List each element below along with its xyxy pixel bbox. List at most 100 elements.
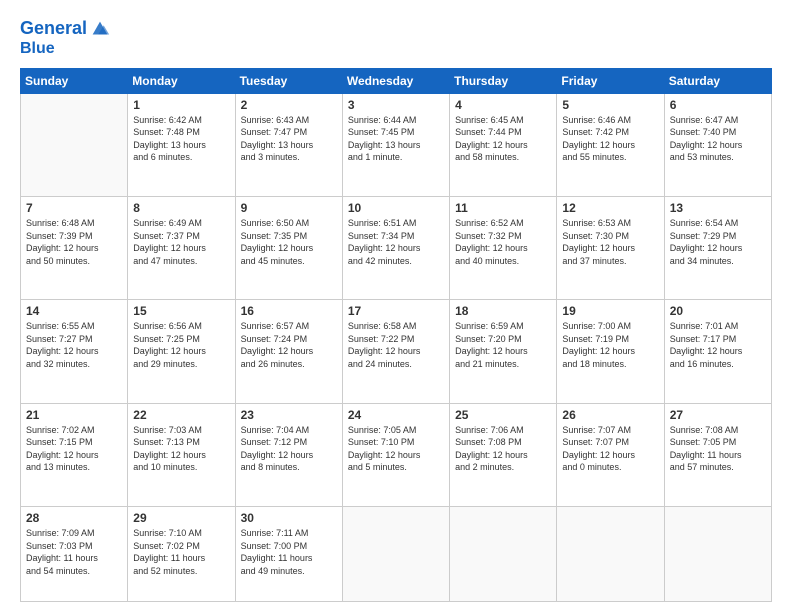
day-number: 24: [348, 408, 444, 422]
day-info: Sunrise: 7:08 AM Sunset: 7:05 PM Dayligh…: [670, 424, 766, 474]
day-info: Sunrise: 6:46 AM Sunset: 7:42 PM Dayligh…: [562, 114, 658, 164]
day-number: 17: [348, 304, 444, 318]
day-number: 27: [670, 408, 766, 422]
calendar-cell: 26 Sunrise: 7:07 AM Sunset: 7:07 PM Dayli…: [557, 403, 664, 506]
day-number: 5: [562, 98, 658, 112]
day-number: 4: [455, 98, 551, 112]
calendar-week-row: 28 Sunrise: 7:09 AM Sunset: 7:03 PM Dayli…: [21, 506, 772, 601]
day-info: Sunrise: 6:55 AM Sunset: 7:27 PM Dayligh…: [26, 320, 122, 370]
day-info: Sunrise: 7:01 AM Sunset: 7:17 PM Dayligh…: [670, 320, 766, 370]
calendar-cell: [664, 506, 771, 601]
logo-text: General: [20, 19, 87, 39]
day-number: 20: [670, 304, 766, 318]
day-info: Sunrise: 7:11 AM Sunset: 7:00 PM Dayligh…: [241, 527, 337, 577]
day-number: 2: [241, 98, 337, 112]
calendar-cell: 4 Sunrise: 6:45 AM Sunset: 7:44 PM Daylig…: [450, 93, 557, 196]
day-info: Sunrise: 6:49 AM Sunset: 7:37 PM Dayligh…: [133, 217, 229, 267]
day-number: 26: [562, 408, 658, 422]
calendar-body: 1 Sunrise: 6:42 AM Sunset: 7:48 PM Daylig…: [21, 93, 772, 601]
day-number: 22: [133, 408, 229, 422]
calendar-cell: 11 Sunrise: 6:52 AM Sunset: 7:32 PM Dayli…: [450, 196, 557, 299]
day-number: 29: [133, 511, 229, 525]
day-number: 10: [348, 201, 444, 215]
day-info: Sunrise: 6:47 AM Sunset: 7:40 PM Dayligh…: [670, 114, 766, 164]
day-info: Sunrise: 6:45 AM Sunset: 7:44 PM Dayligh…: [455, 114, 551, 164]
day-info: Sunrise: 6:44 AM Sunset: 7:45 PM Dayligh…: [348, 114, 444, 164]
calendar-week-row: 7 Sunrise: 6:48 AM Sunset: 7:39 PM Daylig…: [21, 196, 772, 299]
day-info: Sunrise: 6:52 AM Sunset: 7:32 PM Dayligh…: [455, 217, 551, 267]
day-info: Sunrise: 7:07 AM Sunset: 7:07 PM Dayligh…: [562, 424, 658, 474]
day-number: 23: [241, 408, 337, 422]
day-info: Sunrise: 7:06 AM Sunset: 7:08 PM Dayligh…: [455, 424, 551, 474]
calendar-cell: [342, 506, 449, 601]
calendar-cell: 6 Sunrise: 6:47 AM Sunset: 7:40 PM Daylig…: [664, 93, 771, 196]
calendar-cell: 24Sunrise: 7:05 AM Sunset: 7:10 PM Dayli…: [342, 403, 449, 506]
day-info: Sunrise: 7:09 AM Sunset: 7:03 PM Dayligh…: [26, 527, 122, 577]
day-info: Sunrise: 6:43 AM Sunset: 7:47 PM Dayligh…: [241, 114, 337, 164]
day-info: Sunrise: 6:48 AM Sunset: 7:39 PM Dayligh…: [26, 217, 122, 267]
calendar-cell: 1 Sunrise: 6:42 AM Sunset: 7:48 PM Daylig…: [128, 93, 235, 196]
day-number: 8: [133, 201, 229, 215]
day-info: Sunrise: 6:53 AM Sunset: 7:30 PM Dayligh…: [562, 217, 658, 267]
day-info: Sunrise: 6:58 AM Sunset: 7:22 PM Dayligh…: [348, 320, 444, 370]
calendar-week-row: 1 Sunrise: 6:42 AM Sunset: 7:48 PM Daylig…: [21, 93, 772, 196]
calendar-cell: 23 Sunrise: 7:04 AM Sunset: 7:12 PM Dayli…: [235, 403, 342, 506]
day-number: 9: [241, 201, 337, 215]
day-number: 15: [133, 304, 229, 318]
calendar-weekday-thursday: Thursday: [450, 68, 557, 93]
calendar-cell: [557, 506, 664, 601]
day-info: Sunrise: 7:00 AM Sunset: 7:19 PM Dayligh…: [562, 320, 658, 370]
calendar-cell: 30 Sunrise: 7:11 AM Sunset: 7:00 PM Dayli…: [235, 506, 342, 601]
calendar-cell: 29 Sunrise: 7:10 AM Sunset: 7:02 PM Dayli…: [128, 506, 235, 601]
logo: General Blue: [20, 18, 111, 58]
day-number: 18: [455, 304, 551, 318]
calendar-cell: 15 Sunrise: 6:56 AM Sunset: 7:25 PM Dayli…: [128, 300, 235, 403]
calendar-cell: 14 Sunrise: 6:55 AM Sunset: 7:27 PM Dayli…: [21, 300, 128, 403]
calendar-cell: 22Sunrise: 7:03 AM Sunset: 7:13 PM Dayli…: [128, 403, 235, 506]
page: General Blue SundayMondayTuesdayWednesda…: [0, 0, 792, 612]
calendar-cell: 21 Sunrise: 7:02 AM Sunset: 7:15 PM Dayli…: [21, 403, 128, 506]
calendar-cell: 16 Sunrise: 6:57 AM Sunset: 7:24 PM Dayli…: [235, 300, 342, 403]
day-info: Sunrise: 6:42 AM Sunset: 7:48 PM Dayligh…: [133, 114, 229, 164]
day-number: 16: [241, 304, 337, 318]
day-number: 25: [455, 408, 551, 422]
day-number: 7: [26, 201, 122, 215]
calendar-cell: [21, 93, 128, 196]
day-number: 21: [26, 408, 122, 422]
day-number: 28: [26, 511, 122, 525]
calendar-cell: 20 Sunrise: 7:01 AM Sunset: 7:17 PM Dayli…: [664, 300, 771, 403]
calendar-table: SundayMondayTuesdayWednesdayThursdayFrid…: [20, 68, 772, 602]
calendar-cell: 18Sunrise: 6:59 AM Sunset: 7:20 PM Dayli…: [450, 300, 557, 403]
calendar-weekday-monday: Monday: [128, 68, 235, 93]
calendar-cell: 10Sunrise: 6:51 AM Sunset: 7:34 PM Dayli…: [342, 196, 449, 299]
calendar-cell: 13Sunrise: 6:54 AM Sunset: 7:29 PM Dayli…: [664, 196, 771, 299]
header: General Blue: [20, 18, 772, 58]
calendar-weekday-wednesday: Wednesday: [342, 68, 449, 93]
day-number: 13: [670, 201, 766, 215]
day-number: 11: [455, 201, 551, 215]
calendar-cell: 3 Sunrise: 6:44 AM Sunset: 7:45 PM Daylig…: [342, 93, 449, 196]
day-info: Sunrise: 7:02 AM Sunset: 7:15 PM Dayligh…: [26, 424, 122, 474]
day-info: Sunrise: 7:04 AM Sunset: 7:12 PM Dayligh…: [241, 424, 337, 474]
day-info: Sunrise: 6:57 AM Sunset: 7:24 PM Dayligh…: [241, 320, 337, 370]
day-number: 14: [26, 304, 122, 318]
calendar-cell: 9Sunrise: 6:50 AM Sunset: 7:35 PM Daylig…: [235, 196, 342, 299]
calendar-cell: 17 Sunrise: 6:58 AM Sunset: 7:22 PM Dayli…: [342, 300, 449, 403]
calendar-cell: 2 Sunrise: 6:43 AM Sunset: 7:47 PM Daylig…: [235, 93, 342, 196]
logo-blue: Blue: [20, 40, 55, 58]
day-number: 3: [348, 98, 444, 112]
calendar-cell: [450, 506, 557, 601]
calendar-cell: 7 Sunrise: 6:48 AM Sunset: 7:39 PM Daylig…: [21, 196, 128, 299]
day-number: 30: [241, 511, 337, 525]
day-number: 1: [133, 98, 229, 112]
calendar-weekday-friday: Friday: [557, 68, 664, 93]
calendar-cell: 28 Sunrise: 7:09 AM Sunset: 7:03 PM Dayli…: [21, 506, 128, 601]
calendar-weekday-saturday: Saturday: [664, 68, 771, 93]
day-info: Sunrise: 7:10 AM Sunset: 7:02 PM Dayligh…: [133, 527, 229, 577]
calendar-weekday-tuesday: Tuesday: [235, 68, 342, 93]
day-info: Sunrise: 6:56 AM Sunset: 7:25 PM Dayligh…: [133, 320, 229, 370]
calendar-week-row: 21 Sunrise: 7:02 AM Sunset: 7:15 PM Dayli…: [21, 403, 772, 506]
day-number: 12: [562, 201, 658, 215]
calendar-week-row: 14 Sunrise: 6:55 AM Sunset: 7:27 PM Dayli…: [21, 300, 772, 403]
day-number: 6: [670, 98, 766, 112]
